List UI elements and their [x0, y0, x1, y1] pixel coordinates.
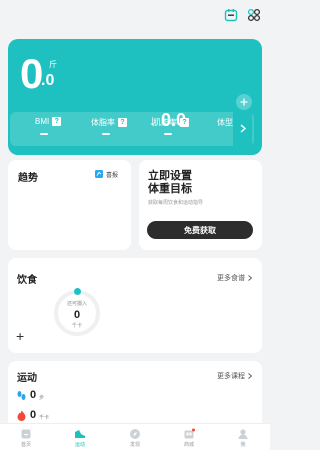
metric-body-fat-value: [102, 133, 110, 135]
sport-title: 运动: [17, 373, 37, 384]
more-courses-label: 更多课程: [217, 373, 245, 380]
intake-unit: 千卡: [71, 323, 82, 329]
steps-value: 0: [30, 389, 37, 401]
footsteps-icon: [17, 391, 26, 400]
chevron-right-icon: [248, 275, 252, 281]
diet-card[interactable]: 饮食 更多食谱: [8, 258, 262, 353]
calendar-icon[interactable]: [224, 8, 238, 22]
intake-ring-marker: [74, 288, 81, 295]
metric-bmi[interactable]: BMI ?: [35, 117, 62, 126]
sneaker-icon: [74, 428, 86, 440]
apps-icon[interactable]: [247, 8, 261, 22]
goal-card[interactable]: 立即设置 体重目标 获取每周饮食和运动指导 免费获取: [139, 160, 262, 250]
intake-value: 0: [73, 309, 81, 321]
steps-unit: 步: [39, 395, 45, 401]
calories-unit: 千卡: [39, 415, 50, 421]
metric-muscle-value: [164, 133, 172, 135]
metric-body-type[interactable]: 体型: [217, 117, 233, 128]
tab-label: 发现: [129, 442, 140, 448]
chevron-right-icon: [248, 373, 252, 379]
goal-subtitle: 获取每周饮食和运动指导: [148, 200, 204, 206]
metric-muscle[interactable]: 肌肉率 ?: [153, 117, 189, 128]
tab-mall[interactable]: 商城: [174, 424, 204, 450]
metric-label: BMI: [35, 117, 50, 126]
tab-label: 运动: [74, 442, 85, 448]
tab-label: 首页: [20, 442, 31, 448]
metric-label: 体脂率: [91, 118, 115, 127]
tab-sport[interactable]: 运动: [65, 424, 95, 450]
more-recipes-label: 更多食谱: [217, 275, 245, 282]
plus-icon: [240, 98, 248, 106]
trend-title: 趋势: [18, 173, 38, 184]
user-icon: [237, 428, 249, 440]
flame-icon: [17, 410, 26, 421]
tab-label: 商城: [183, 442, 194, 448]
goal-title: 立即设置 体重目标: [148, 170, 192, 196]
shop-icon: [183, 428, 195, 440]
trend-card[interactable]: 趋势 喜报: [8, 160, 131, 250]
diet-title: 饮食: [17, 275, 37, 286]
compass-icon: [129, 428, 141, 440]
weight-integer: 0: [20, 50, 44, 97]
help-icon[interactable]: ?: [180, 118, 189, 127]
calories-value: 0: [30, 409, 37, 421]
free-get-button[interactable]: 免费获取: [147, 221, 253, 239]
tab-me[interactable]: 我: [228, 424, 258, 450]
metric-bmi-value: [40, 133, 48, 135]
report-icon: [95, 170, 103, 178]
report-tag[interactable]: 喜报: [94, 169, 118, 179]
metric-body-fat[interactable]: 体脂率 ?: [91, 117, 127, 128]
intake-label: 还可摄入: [66, 301, 87, 307]
more-recipes-link[interactable]: 更多食谱: [217, 273, 252, 283]
help-icon[interactable]: ?: [52, 117, 62, 126]
home-icon: [20, 428, 32, 440]
metric-label: 体型: [217, 118, 233, 127]
more-courses-link[interactable]: 更多课程: [217, 371, 252, 381]
goal-title-line1: 立即设置: [148, 170, 192, 182]
goal-title-line2: 体重目标: [148, 183, 192, 195]
report-label: 喜报: [106, 172, 119, 179]
metrics-more-button[interactable]: [233, 110, 252, 146]
calories-row: 0 千卡: [16, 410, 49, 421]
tab-home[interactable]: 首页: [11, 424, 41, 450]
top-bar: [0, 0, 270, 34]
chevron-right-icon: [240, 123, 246, 133]
tab-discover[interactable]: 发现: [120, 424, 150, 450]
help-icon[interactable]: ?: [118, 118, 127, 127]
weight-unit: 斤: [49, 60, 57, 69]
add-meal-button[interactable]: +: [16, 329, 24, 343]
add-record-button[interactable]: [236, 94, 252, 110]
steps-row: 0 步: [16, 390, 44, 401]
weight-decimal: .0: [41, 72, 55, 89]
tab-label: 我: [240, 442, 246, 448]
bottom-tab-bar: 首页 运动 发现 商城 我: [0, 423, 270, 450]
metric-label: 肌肉率: [153, 118, 177, 127]
